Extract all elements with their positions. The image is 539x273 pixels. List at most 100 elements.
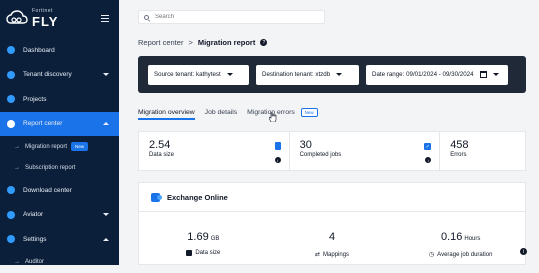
info-icon[interactable]: i	[275, 157, 281, 163]
search-input[interactable]	[153, 13, 313, 21]
sidebar-subitem-migration-report[interactable]: → Migration report New	[0, 136, 119, 157]
exchange-stat-data-size: 1.69GB Data size	[139, 231, 268, 261]
chevron-down-icon	[336, 73, 342, 76]
gear-icon	[7, 235, 15, 243]
sidebar-item-projects[interactable]: Projects	[0, 87, 119, 112]
brand-name: FLY	[32, 15, 58, 28]
info-icon[interactable]: i	[520, 248, 527, 255]
date-range-value: 09/01/2024 - 09/30/2024	[406, 71, 473, 78]
sidebar-item-label: Tenant discovery	[23, 71, 72, 78]
stat-value: 0.16	[441, 231, 462, 243]
tab-job-details[interactable]: Job details	[205, 109, 238, 119]
sidebar-item-label: Settings	[23, 236, 47, 243]
checkbox-icon: ✓	[424, 143, 431, 150]
exchange-title: Exchange Online	[167, 193, 228, 202]
sidebar-item-label: Aviator	[23, 211, 43, 218]
search-box[interactable]	[138, 10, 325, 24]
date-range-label: Date range:	[372, 71, 404, 78]
exchange-stat-avg-duration: 0.16Hours ◷Average job duration	[396, 231, 525, 261]
help-icon[interactable]: ?	[260, 39, 267, 46]
sidebar-nav: Dashboard Tenant discovery Projects Repo…	[0, 38, 119, 273]
stat-value: 4	[329, 231, 335, 243]
hand-cursor-icon	[269, 112, 277, 122]
source-tenant-value: kathytest	[196, 71, 221, 78]
stat-label: Errors	[450, 152, 515, 158]
sidebar-item-label: Download center	[23, 187, 72, 194]
tab-label: Migration overview	[138, 109, 195, 116]
stat-label: Average job duration	[437, 252, 492, 258]
sidebar-item-label: Subscription report	[25, 165, 75, 171]
sidebar-item-download-center[interactable]: Download center	[0, 178, 119, 203]
cloud-logo-icon	[6, 10, 28, 26]
calendar-icon	[480, 71, 487, 78]
tab-label: Job details	[205, 109, 238, 116]
chevron-down-icon	[227, 73, 233, 76]
stat-label: Data size	[149, 152, 279, 158]
exchange-stat-mappings: 4 ⇄Mappings	[268, 231, 397, 261]
sidebar-subitem-subscription-report[interactable]: → Subscription report	[0, 157, 119, 178]
exchange-stats: 1.69GB Data size 4 ⇄Mappings 0.16Hours ◷…	[139, 231, 525, 261]
stat-value: 30	[300, 139, 430, 151]
tenant-discovery-icon	[7, 71, 15, 79]
chevron-up-icon	[103, 122, 109, 125]
arrow-right-icon: →	[14, 259, 20, 265]
report-center-icon	[7, 120, 15, 128]
sidebar-item-report-center[interactable]: Report center	[0, 112, 119, 137]
stat-value: 2.54	[149, 139, 279, 151]
breadcrumb-separator: >	[188, 38, 192, 47]
brand: Fortinet FLY	[0, 0, 119, 36]
sidebar-item-tenant-discovery[interactable]: Tenant discovery	[0, 63, 119, 88]
search-icon	[144, 15, 149, 20]
new-badge: New	[301, 108, 318, 117]
clock-icon: ◷	[429, 251, 434, 258]
tab-migration-overview[interactable]: Migration overview	[138, 109, 195, 119]
destination-tenant-label: Destination tenant:	[262, 71, 314, 78]
dashboard-icon	[7, 46, 15, 54]
tab-migration-errors[interactable]: Migration errors New	[247, 109, 318, 119]
stat-errors: 458 Errors	[439, 132, 525, 170]
summary-stats: 2.54 Data size i 30 Completed jobs ✓ i 4…	[138, 131, 526, 171]
chevron-down-icon	[103, 213, 109, 216]
destination-tenant-value: xtzdb	[315, 71, 330, 78]
exchange-online-card: Exchange Online 1.69GB Data size 4 ⇄Mapp…	[138, 182, 526, 265]
destination-tenant-select[interactable]: Destination tenant: xtzdb	[256, 65, 359, 85]
main-content: Report center > Migration report ? Sourc…	[119, 0, 539, 265]
page-title: Migration report	[198, 38, 256, 47]
stat-label: Completed jobs	[300, 152, 430, 158]
sidebar-item-label: Report center	[23, 120, 62, 127]
breadcrumb-parent[interactable]: Report center	[138, 38, 183, 47]
source-tenant-select[interactable]: Source tenant: kathytest	[148, 65, 249, 85]
hamburger-menu-icon[interactable]	[101, 15, 109, 22]
aviator-icon	[7, 211, 15, 219]
exchange-online-header: Exchange Online	[139, 183, 525, 212]
breadcrumb: Report center > Migration report ?	[138, 38, 267, 47]
sidebar: Fortinet FLY Dashboard Tenant discovery …	[0, 0, 119, 265]
sidebar-subitem-auditor[interactable]: → Auditor	[0, 252, 119, 273]
sidebar-item-settings[interactable]: Settings	[0, 227, 119, 252]
stat-data-size: 2.54 Data size i	[139, 132, 289, 170]
arrow-right-icon: →	[14, 144, 20, 150]
sidebar-item-dashboard[interactable]: Dashboard	[0, 38, 119, 63]
mapping-arrows-icon: ⇄	[315, 251, 320, 258]
info-icon[interactable]: i	[425, 157, 431, 163]
stat-value: 458	[450, 139, 515, 151]
arrow-right-icon: →	[14, 165, 20, 171]
stat-value: 1.69	[187, 231, 208, 243]
chevron-up-icon	[103, 238, 109, 241]
stat-unit: GB	[211, 236, 220, 242]
download-center-icon	[7, 186, 15, 194]
stat-completed-jobs: 30 Completed jobs ✓ i	[289, 132, 440, 170]
database-icon	[275, 142, 281, 150]
exchange-icon	[151, 193, 160, 202]
database-icon	[186, 250, 192, 256]
chevron-down-icon	[103, 73, 109, 76]
sidebar-item-label: Migration report	[25, 144, 67, 150]
date-range-select[interactable]: Date range: 09/01/2024 - 09/30/2024	[366, 65, 508, 85]
report-tabs: Migration overview Job details Migration…	[138, 106, 318, 121]
stat-label: Data size	[195, 250, 220, 256]
chevron-down-icon	[493, 73, 499, 76]
sidebar-item-aviator[interactable]: Aviator	[0, 203, 119, 228]
filter-bar: Source tenant: kathytest Destination ten…	[138, 56, 526, 93]
projects-icon	[7, 95, 15, 103]
new-badge: New	[71, 142, 88, 151]
